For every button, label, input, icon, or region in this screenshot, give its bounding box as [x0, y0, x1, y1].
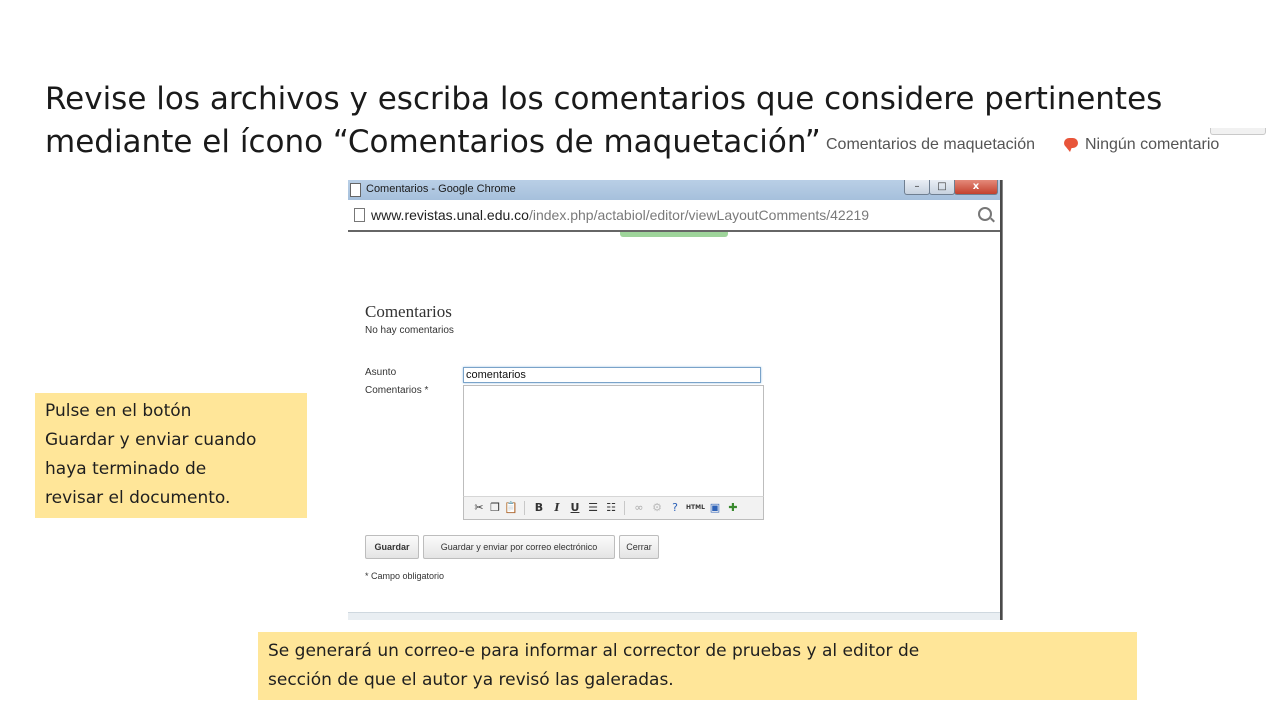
paste-icon[interactable]: 📋 — [504, 501, 518, 515]
comments-textarea[interactable] — [463, 385, 764, 497]
partial-button-edge — [1210, 128, 1266, 135]
note-left-line-4: revisar el documento. — [45, 488, 231, 508]
note-left-line-1: Pulse en el botón — [45, 401, 192, 421]
layout-comments-label: Comentarios de maquetación — [826, 136, 1036, 153]
comment-status: Ningún comentario — [1085, 136, 1220, 153]
cut-icon[interactable]: ✂ — [472, 501, 486, 515]
maximize-button[interactable]: □ — [929, 180, 955, 195]
toolbar-divider — [624, 501, 625, 515]
speech-bubble-icon[interactable] — [1064, 138, 1078, 152]
fullscreen-icon[interactable]: ▣ — [708, 501, 722, 515]
unlink-icon[interactable]: ⚙ — [650, 501, 664, 515]
subject-label: Asunto — [365, 367, 397, 378]
comments-heading: Comentarios — [365, 302, 452, 321]
no-comments-text: No hay comentarios — [365, 325, 454, 336]
note-left-line-2: Guardar y enviar cuando — [45, 430, 257, 450]
copy-icon[interactable]: ❐ — [488, 501, 502, 515]
browser-popup-window: Comentarios - Google Chrome – □ x www.re… — [348, 180, 1002, 620]
window-titlebar[interactable]: Comentarios - Google Chrome – □ x — [348, 180, 1000, 200]
instruction-note-bottom: Se generará un correo-e para informar al… — [258, 632, 1137, 700]
url-text[interactable]: www.revistas.unal.edu.co/index.php/actab… — [371, 207, 869, 223]
minimize-button[interactable]: – — [904, 180, 930, 195]
comments-label: Comentarios * — [365, 385, 429, 396]
document-icon — [350, 183, 361, 197]
window-status-strip — [348, 612, 1000, 620]
note-bottom-line-1: Se generará un correo-e para informar al… — [268, 641, 920, 661]
layout-comments-reference: Comentarios de maquetación Ningún coment… — [826, 128, 1266, 162]
bulleted-list-icon[interactable]: ☰ — [586, 501, 600, 515]
help-icon[interactable]: ? — [668, 501, 682, 515]
address-bar[interactable]: www.revistas.unal.edu.co/index.php/actab… — [348, 200, 1000, 232]
window-title: Comentarios - Google Chrome — [366, 183, 516, 195]
required-field-note: * Campo obligatorio — [365, 571, 445, 581]
url-path: /index.php/actabiol/editor/viewLayoutCom… — [528, 207, 870, 223]
partial-green-button — [620, 232, 728, 237]
page-icon — [354, 208, 365, 222]
numbered-list-icon[interactable]: ☷ — [604, 501, 618, 515]
italic-icon[interactable]: I — [550, 501, 564, 515]
toolbar-divider — [524, 501, 525, 515]
html-icon[interactable]: HTML — [686, 501, 705, 515]
bold-icon[interactable]: B — [532, 501, 546, 515]
link-icon[interactable]: ∞ — [632, 501, 646, 515]
search-icon[interactable] — [978, 207, 992, 221]
instruction-note-left: Pulse en el botón Guardar y enviar cuand… — [35, 393, 307, 518]
close-button[interactable]: Cerrar — [619, 535, 659, 559]
url-host: www.revistas.unal.edu.co — [371, 207, 529, 223]
note-left-line-3: haya terminado de — [45, 459, 207, 479]
save-and-send-button[interactable]: Guardar y enviar por correo electrónico — [423, 535, 615, 559]
subject-input[interactable]: comentarios — [463, 367, 761, 383]
close-window-button[interactable]: x — [954, 180, 998, 195]
note-bottom-line-2: sección de que el autor ya revisó las ga… — [268, 670, 674, 690]
image-icon[interactable]: ✚ — [726, 501, 740, 515]
slide-title-line-1: Revise los archivos y escriba los coment… — [45, 81, 1163, 117]
editor-toolbar: ✂ ❐ 📋 B I U ☰ ☷ ∞ ⚙ ? HTML ▣ ✚ — [463, 496, 764, 520]
save-button[interactable]: Guardar — [365, 535, 419, 559]
underline-icon[interactable]: U — [568, 501, 582, 515]
